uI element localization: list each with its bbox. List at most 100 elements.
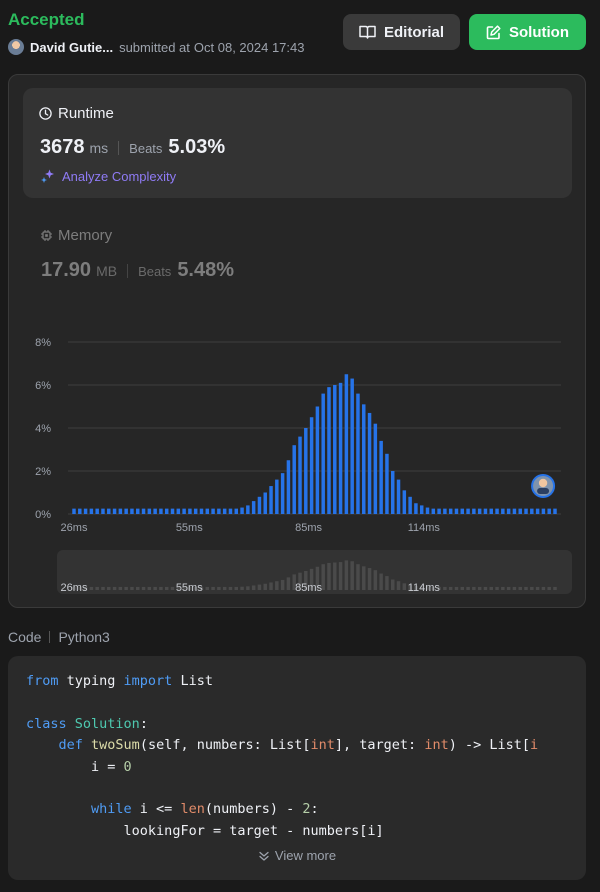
chart-bar[interactable]	[362, 404, 366, 514]
chart-bar[interactable]	[199, 508, 204, 514]
chart-bar[interactable]	[95, 508, 99, 514]
chart-bar[interactable]	[524, 508, 528, 514]
chart-bar[interactable]	[466, 508, 470, 514]
chart-bar[interactable]	[460, 508, 465, 514]
chart-bar[interactable]	[425, 507, 430, 514]
chart-bar[interactable]	[269, 486, 273, 514]
chart-bar[interactable]	[188, 508, 192, 514]
chart-bar[interactable]	[193, 508, 198, 514]
chart-bar[interactable]	[298, 436, 302, 514]
chart-bar[interactable]	[495, 508, 499, 514]
chart-bar[interactable]	[535, 508, 540, 514]
chart-bar[interactable]	[107, 508, 111, 514]
chart-bar[interactable]	[153, 508, 157, 514]
chart-bar[interactable]	[304, 428, 308, 514]
view-more-button[interactable]: View more	[8, 848, 586, 863]
overview-bar	[454, 586, 459, 590]
chart-bar[interactable]	[112, 508, 117, 514]
chart-bar[interactable]	[315, 406, 320, 515]
chart-bar[interactable]	[396, 479, 401, 514]
chart-bar[interactable]	[518, 508, 522, 514]
chart-bar[interactable]	[431, 508, 436, 514]
chart-bar[interactable]	[379, 440, 383, 514]
chart-bar[interactable]	[472, 508, 476, 514]
solution-button[interactable]: Solution	[469, 14, 586, 50]
chart-bar[interactable]	[321, 393, 325, 514]
chart-bar[interactable]	[333, 385, 337, 514]
avatar[interactable]	[8, 39, 24, 55]
chart-bar[interactable]	[72, 508, 76, 514]
chart-bar[interactable]	[390, 471, 395, 514]
chart-bar[interactable]	[118, 508, 123, 514]
chart-bar[interactable]	[443, 508, 447, 514]
chart-bar[interactable]	[234, 508, 239, 514]
chart-bar[interactable]	[489, 508, 493, 514]
code-block[interactable]: from typing import List class Solution: …	[8, 656, 586, 880]
chart-bar[interactable]	[251, 501, 256, 514]
chart-bar[interactable]	[547, 508, 551, 514]
chart-bar[interactable]	[228, 508, 233, 514]
chart-bar[interactable]	[553, 508, 557, 514]
submission-info: David Gutie... submitted at Oct 08, 2024…	[8, 39, 305, 55]
chart-bar[interactable]	[205, 508, 210, 514]
chart-bar[interactable]	[309, 417, 314, 514]
chart-bar[interactable]	[408, 496, 412, 514]
chart-bar[interactable]	[176, 508, 181, 514]
overview-bar	[228, 586, 233, 590]
user-name[interactable]: David Gutie...	[30, 40, 113, 55]
code-token: i <=	[131, 801, 181, 818]
chart-bar[interactable]	[164, 508, 169, 514]
chart-bar[interactable]	[501, 508, 505, 514]
chart-bar[interactable]	[124, 508, 128, 514]
chart-bar[interactable]	[437, 508, 441, 514]
chart-bar[interactable]	[356, 393, 360, 514]
chart-bar[interactable]	[530, 508, 534, 514]
chart-bar[interactable]	[385, 453, 389, 514]
chart-bar[interactable]	[512, 508, 517, 514]
chart-bar[interactable]	[419, 505, 424, 514]
chart-bar[interactable]	[477, 508, 482, 514]
chart-bar[interactable]	[130, 508, 134, 514]
code-token: while	[91, 801, 132, 818]
code-token: List	[172, 673, 213, 689]
chart-bar[interactable]	[367, 412, 372, 514]
editorial-button[interactable]: Editorial	[343, 14, 460, 50]
runtime-distribution-chart[interactable]: 0% 2% 4% 6% 8% 26ms 55ms 85ms 114ms 26ms 55ms 85ms 1…	[9, 75, 587, 609]
chart-bar[interactable]	[147, 508, 152, 514]
chart-bar[interactable]	[338, 382, 343, 514]
chart-bar[interactable]	[327, 387, 331, 514]
chart-bar[interactable]	[280, 473, 285, 514]
chart-bar[interactable]	[344, 374, 349, 514]
overview-bar	[275, 581, 279, 590]
chart-bar[interactable]	[182, 508, 186, 514]
chart-bar[interactable]	[257, 496, 262, 514]
chart-bar[interactable]	[217, 508, 221, 514]
chart-bar[interactable]	[141, 508, 146, 514]
chart-bar[interactable]	[136, 508, 140, 514]
chart-bar[interactable]	[170, 508, 175, 514]
chart-bar[interactable]	[414, 503, 418, 514]
chart-bar[interactable]	[483, 508, 488, 514]
chart-bar[interactable]	[373, 423, 378, 514]
code-token: import	[123, 673, 173, 689]
chart-bar[interactable]	[506, 508, 511, 514]
chart-bar[interactable]	[402, 490, 407, 514]
chart-bar[interactable]	[78, 508, 82, 514]
chart-bar[interactable]	[83, 508, 88, 514]
chart-bar[interactable]	[292, 445, 296, 514]
chart-bar[interactable]	[350, 378, 354, 514]
chart-bar[interactable]	[286, 460, 291, 514]
chart-bar[interactable]	[89, 508, 94, 514]
chart-bar[interactable]	[101, 508, 105, 514]
chart-bar[interactable]	[541, 508, 546, 514]
chart-bar[interactable]	[240, 507, 244, 514]
chart-bar[interactable]	[275, 479, 279, 514]
overview-bar	[338, 562, 343, 590]
chart-bar[interactable]	[246, 505, 250, 514]
chart-bar[interactable]	[263, 492, 267, 515]
chart-bar[interactable]	[454, 508, 459, 514]
chart-bar[interactable]	[448, 508, 453, 514]
chart-bar[interactable]	[211, 508, 215, 514]
chart-bar[interactable]	[159, 508, 163, 514]
chart-bar[interactable]	[222, 508, 227, 514]
